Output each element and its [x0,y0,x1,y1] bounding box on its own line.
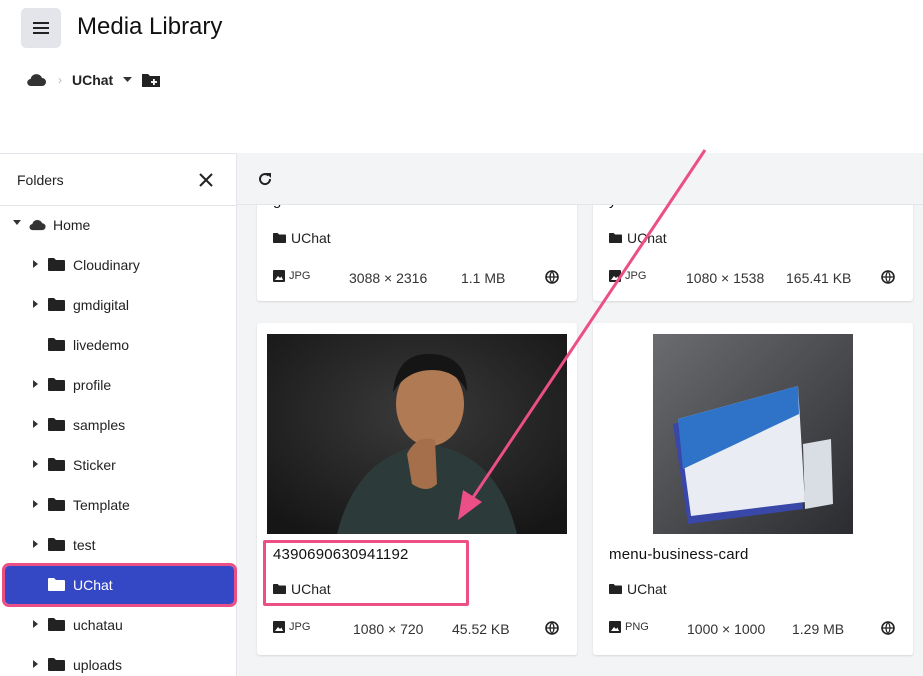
annotation-arrow [458,149,707,520]
